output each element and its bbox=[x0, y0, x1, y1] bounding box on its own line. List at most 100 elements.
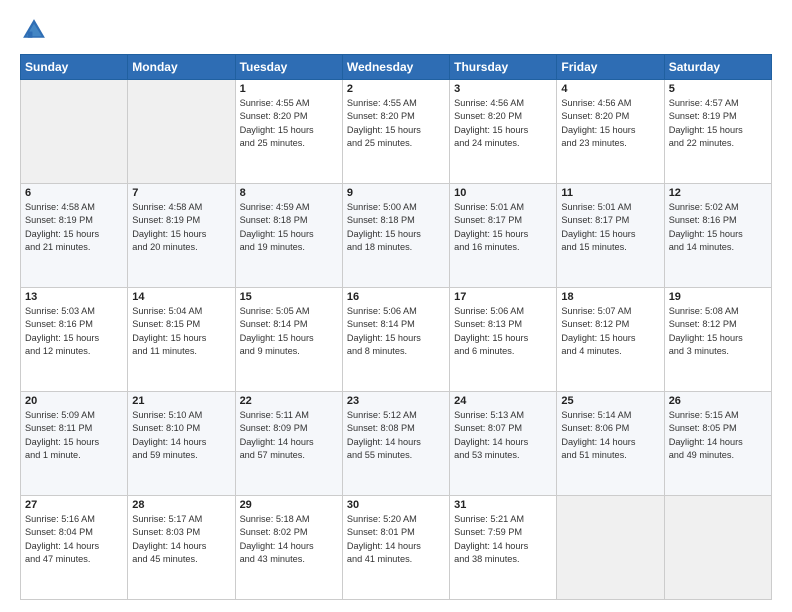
calendar-cell: 22 Sunrise: 5:11 AMSunset: 8:09 PMDayligh… bbox=[235, 392, 342, 496]
day-header-friday: Friday bbox=[557, 55, 664, 80]
day-info: Sunrise: 5:10 AMSunset: 8:10 PMDaylight:… bbox=[132, 409, 230, 462]
day-info: Sunrise: 5:17 AMSunset: 8:03 PMDaylight:… bbox=[132, 513, 230, 566]
calendar-cell: 11Sunrise: 5:01 AMSunset: 8:17 PMDayligh… bbox=[557, 184, 664, 288]
calendar-cell: 24 Sunrise: 5:13 AMSunset: 8:07 PMDayligh… bbox=[450, 392, 557, 496]
logo-icon bbox=[20, 16, 48, 44]
day-info: Sunrise: 5:01 AMSunset: 8:17 PMDaylight:… bbox=[561, 201, 659, 254]
day-number: 5 bbox=[669, 83, 767, 95]
day-number: 23 bbox=[347, 395, 445, 407]
calendar-cell: 21 Sunrise: 5:10 AMSunset: 8:10 PMDayligh… bbox=[128, 392, 235, 496]
calendar-week-1: 1 Sunrise: 4:55 AMSunset: 8:20 PMDaylight… bbox=[21, 80, 772, 184]
calendar-cell: 28 Sunrise: 5:17 AMSunset: 8:03 PMDayligh… bbox=[128, 496, 235, 600]
calendar-cell bbox=[557, 496, 664, 600]
day-number: 6 bbox=[25, 187, 123, 199]
day-number: 30 bbox=[347, 499, 445, 511]
calendar-cell: 30 Sunrise: 5:20 AMSunset: 8:01 PMDayligh… bbox=[342, 496, 449, 600]
day-info: Sunrise: 5:05 AMSunset: 8:14 PMDaylight:… bbox=[240, 305, 338, 358]
day-number: 15 bbox=[240, 291, 338, 303]
day-number: 19 bbox=[669, 291, 767, 303]
day-header-sunday: Sunday bbox=[21, 55, 128, 80]
day-info: Sunrise: 5:06 AMSunset: 8:14 PMDaylight:… bbox=[347, 305, 445, 358]
calendar-week-2: 6 Sunrise: 4:58 AMSunset: 8:19 PMDaylight… bbox=[21, 184, 772, 288]
calendar-cell: 31 Sunrise: 5:21 AMSunset: 7:59 PMDayligh… bbox=[450, 496, 557, 600]
day-number: 24 bbox=[454, 395, 552, 407]
day-info: Sunrise: 5:09 AMSunset: 8:11 PMDaylight:… bbox=[25, 409, 123, 462]
day-number: 18 bbox=[561, 291, 659, 303]
day-info: Sunrise: 5:08 AMSunset: 8:12 PMDaylight:… bbox=[669, 305, 767, 358]
day-header-saturday: Saturday bbox=[664, 55, 771, 80]
day-header-tuesday: Tuesday bbox=[235, 55, 342, 80]
calendar-week-4: 20 Sunrise: 5:09 AMSunset: 8:11 PMDayligh… bbox=[21, 392, 772, 496]
day-info: Sunrise: 5:00 AMSunset: 8:18 PMDaylight:… bbox=[347, 201, 445, 254]
calendar-cell: 18 Sunrise: 5:07 AMSunset: 8:12 PMDayligh… bbox=[557, 288, 664, 392]
calendar-cell: 5 Sunrise: 4:57 AMSunset: 8:19 PMDaylight… bbox=[664, 80, 771, 184]
calendar-cell bbox=[21, 80, 128, 184]
day-info: Sunrise: 5:15 AMSunset: 8:05 PMDaylight:… bbox=[669, 409, 767, 462]
day-number: 29 bbox=[240, 499, 338, 511]
day-info: Sunrise: 5:16 AMSunset: 8:04 PMDaylight:… bbox=[25, 513, 123, 566]
calendar-cell: 29 Sunrise: 5:18 AMSunset: 8:02 PMDayligh… bbox=[235, 496, 342, 600]
day-info: Sunrise: 5:02 AMSunset: 8:16 PMDaylight:… bbox=[669, 201, 767, 254]
day-number: 12 bbox=[669, 187, 767, 199]
calendar-cell bbox=[664, 496, 771, 600]
day-number: 21 bbox=[132, 395, 230, 407]
day-number: 26 bbox=[669, 395, 767, 407]
calendar-week-5: 27 Sunrise: 5:16 AMSunset: 8:04 PMDayligh… bbox=[21, 496, 772, 600]
day-number: 2 bbox=[347, 83, 445, 95]
header bbox=[20, 16, 772, 44]
calendar-cell: 16Sunrise: 5:06 AMSunset: 8:14 PMDayligh… bbox=[342, 288, 449, 392]
day-number: 13 bbox=[25, 291, 123, 303]
day-info: Sunrise: 4:58 AMSunset: 8:19 PMDaylight:… bbox=[25, 201, 123, 254]
day-info: Sunrise: 5:18 AMSunset: 8:02 PMDaylight:… bbox=[240, 513, 338, 566]
day-info: Sunrise: 5:11 AMSunset: 8:09 PMDaylight:… bbox=[240, 409, 338, 462]
day-info: Sunrise: 5:21 AMSunset: 7:59 PMDaylight:… bbox=[454, 513, 552, 566]
day-number: 20 bbox=[25, 395, 123, 407]
calendar-cell: 23 Sunrise: 5:12 AMSunset: 8:08 PMDayligh… bbox=[342, 392, 449, 496]
page: SundayMondayTuesdayWednesdayThursdayFrid… bbox=[0, 0, 792, 612]
day-number: 10 bbox=[454, 187, 552, 199]
day-info: Sunrise: 4:55 AMSunset: 8:20 PMDaylight:… bbox=[347, 97, 445, 150]
day-info: Sunrise: 5:01 AMSunset: 8:17 PMDaylight:… bbox=[454, 201, 552, 254]
day-info: Sunrise: 4:57 AMSunset: 8:19 PMDaylight:… bbox=[669, 97, 767, 150]
calendar-cell: 15 Sunrise: 5:05 AMSunset: 8:14 PMDayligh… bbox=[235, 288, 342, 392]
calendar-cell: 12 Sunrise: 5:02 AMSunset: 8:16 PMDayligh… bbox=[664, 184, 771, 288]
logo bbox=[20, 16, 52, 44]
calendar-cell: 1 Sunrise: 4:55 AMSunset: 8:20 PMDaylight… bbox=[235, 80, 342, 184]
day-info: Sunrise: 4:58 AMSunset: 8:19 PMDaylight:… bbox=[132, 201, 230, 254]
day-number: 27 bbox=[25, 499, 123, 511]
day-info: Sunrise: 4:59 AMSunset: 8:18 PMDaylight:… bbox=[240, 201, 338, 254]
day-number: 31 bbox=[454, 499, 552, 511]
calendar-cell: 9Sunrise: 5:00 AMSunset: 8:18 PMDaylight… bbox=[342, 184, 449, 288]
day-header-wednesday: Wednesday bbox=[342, 55, 449, 80]
calendar-header-row: SundayMondayTuesdayWednesdayThursdayFrid… bbox=[21, 55, 772, 80]
day-number: 1 bbox=[240, 83, 338, 95]
day-number: 22 bbox=[240, 395, 338, 407]
day-info: Sunrise: 5:12 AMSunset: 8:08 PMDaylight:… bbox=[347, 409, 445, 462]
calendar-cell: 19 Sunrise: 5:08 AMSunset: 8:12 PMDayligh… bbox=[664, 288, 771, 392]
day-info: Sunrise: 5:07 AMSunset: 8:12 PMDaylight:… bbox=[561, 305, 659, 358]
day-number: 25 bbox=[561, 395, 659, 407]
calendar-cell: 3Sunrise: 4:56 AMSunset: 8:20 PMDaylight… bbox=[450, 80, 557, 184]
day-info: Sunrise: 5:20 AMSunset: 8:01 PMDaylight:… bbox=[347, 513, 445, 566]
calendar-cell: 4Sunrise: 4:56 AMSunset: 8:20 PMDaylight… bbox=[557, 80, 664, 184]
day-info: Sunrise: 5:04 AMSunset: 8:15 PMDaylight:… bbox=[132, 305, 230, 358]
calendar-cell bbox=[128, 80, 235, 184]
calendar-cell: 8 Sunrise: 4:59 AMSunset: 8:18 PMDaylight… bbox=[235, 184, 342, 288]
day-number: 4 bbox=[561, 83, 659, 95]
calendar-cell: 26 Sunrise: 5:15 AMSunset: 8:05 PMDayligh… bbox=[664, 392, 771, 496]
day-info: Sunrise: 5:13 AMSunset: 8:07 PMDaylight:… bbox=[454, 409, 552, 462]
day-info: Sunrise: 5:14 AMSunset: 8:06 PMDaylight:… bbox=[561, 409, 659, 462]
day-info: Sunrise: 4:55 AMSunset: 8:20 PMDaylight:… bbox=[240, 97, 338, 150]
calendar-cell: 25 Sunrise: 5:14 AMSunset: 8:06 PMDayligh… bbox=[557, 392, 664, 496]
calendar-cell: 14Sunrise: 5:04 AMSunset: 8:15 PMDayligh… bbox=[128, 288, 235, 392]
day-number: 7 bbox=[132, 187, 230, 199]
calendar-cell: 2 Sunrise: 4:55 AMSunset: 8:20 PMDaylight… bbox=[342, 80, 449, 184]
day-number: 28 bbox=[132, 499, 230, 511]
day-number: 17 bbox=[454, 291, 552, 303]
calendar-table: SundayMondayTuesdayWednesdayThursdayFrid… bbox=[20, 54, 772, 600]
day-header-thursday: Thursday bbox=[450, 55, 557, 80]
day-number: 8 bbox=[240, 187, 338, 199]
calendar-cell: 7 Sunrise: 4:58 AMSunset: 8:19 PMDaylight… bbox=[128, 184, 235, 288]
calendar-cell: 6 Sunrise: 4:58 AMSunset: 8:19 PMDaylight… bbox=[21, 184, 128, 288]
calendar-cell: 20 Sunrise: 5:09 AMSunset: 8:11 PMDayligh… bbox=[21, 392, 128, 496]
